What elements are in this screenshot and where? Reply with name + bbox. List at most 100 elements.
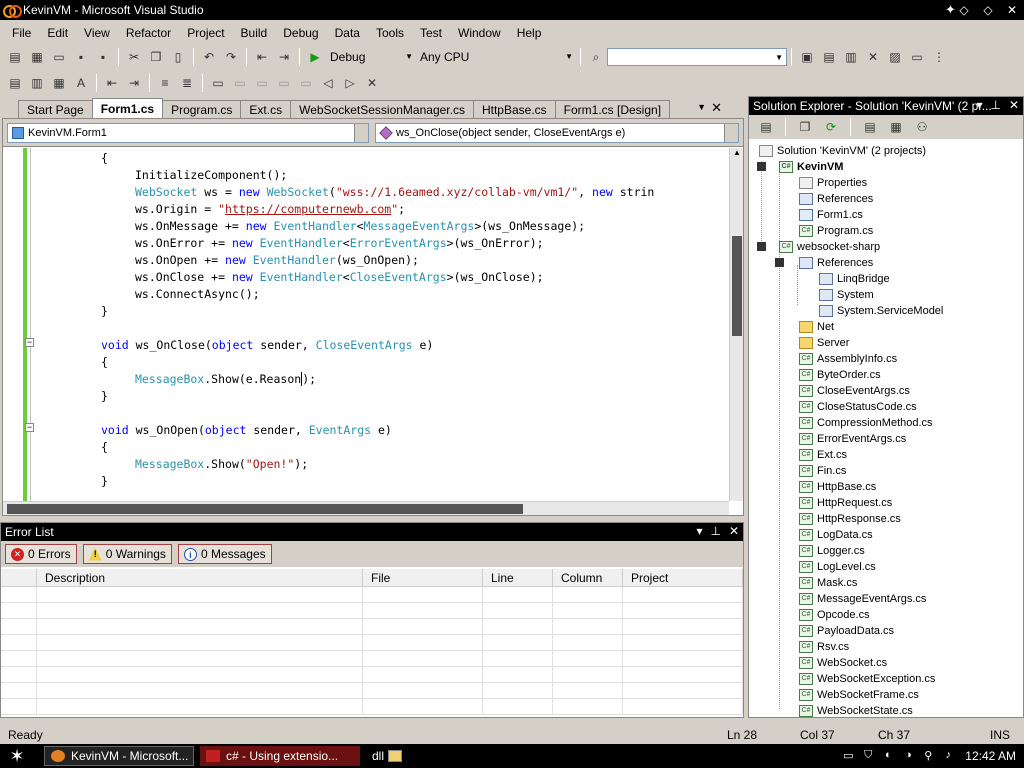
taskbar-button-folder[interactable]: dll: [366, 746, 516, 766]
increase-indent-icon[interactable]: ⇥: [125, 74, 143, 92]
close-icon[interactable]: ✕: [1004, 2, 1020, 18]
tree-node-file[interactable]: C# WebSocketException.cs: [799, 671, 935, 687]
tree-node-ref-linqbridge[interactable]: LinqBridge: [819, 271, 890, 287]
chevron-down-icon[interactable]: [724, 124, 738, 142]
tree-node-file[interactable]: C# WebSocketState.cs: [799, 703, 913, 717]
tree-node-file[interactable]: C# CloseEventArgs.cs: [799, 383, 910, 399]
tree-node-file[interactable]: C# LogLevel.cs: [799, 559, 876, 575]
tree-node-references-2[interactable]: References: [799, 255, 873, 271]
next-bookmark-in-folder-icon[interactable]: ▭: [297, 74, 315, 92]
column-header-column[interactable]: Column: [553, 569, 623, 586]
tree-node-solution[interactable]: Solution 'KevinVM' (2 projects): [759, 143, 926, 159]
scroll-up-icon[interactable]: ▲: [730, 148, 744, 162]
show-all-files-icon[interactable]: ❐: [796, 118, 814, 136]
warnings-filter-button[interactable]: ! 0 Warnings: [82, 544, 172, 564]
keyboard-icon[interactable]: ▭: [841, 749, 855, 763]
menu-project[interactable]: Project: [179, 26, 232, 40]
tab-start-page[interactable]: Start Page: [18, 100, 93, 118]
vertical-scrollbar[interactable]: ▲: [729, 148, 743, 501]
menu-refactor[interactable]: Refactor: [118, 26, 179, 40]
chevron-down-icon[interactable]: [354, 124, 368, 142]
new-project-icon[interactable]: ▤: [6, 48, 24, 66]
tree-node-project-websocket-sharp[interactable]: C# websocket-sharp: [779, 239, 880, 255]
horizontal-scrollbar[interactable]: [3, 501, 729, 515]
collapse-icon[interactable]: −: [25, 338, 34, 347]
auto-hide-pin-icon[interactable]: ⊥: [710, 524, 720, 538]
tree-node-program-cs[interactable]: C# Program.cs: [799, 223, 873, 239]
redo-icon[interactable]: ↷: [222, 48, 240, 66]
cut-icon[interactable]: ✂: [125, 48, 143, 66]
menu-build[interactable]: Build: [233, 26, 276, 40]
column-header-icon[interactable]: [1, 569, 37, 586]
tree-node-file[interactable]: C# Fin.cs: [799, 463, 846, 479]
tree-node-file[interactable]: C# MessageEventArgs.cs: [799, 591, 926, 607]
view-designer-icon[interactable]: ▦: [887, 118, 905, 136]
start-button[interactable]: ✶: [4, 746, 30, 766]
tab-websocketsessionmanager-cs[interactable]: WebSocketSessionManager.cs: [290, 100, 474, 118]
comment-lines-icon[interactable]: ≡: [156, 74, 174, 92]
code-area[interactable]: − − { InitializeComponent(); WebSocket w…: [3, 148, 729, 501]
pin-icon[interactable]: ✦: [945, 2, 956, 18]
tree-node-file[interactable]: C# Opcode.cs: [799, 607, 870, 623]
taskbar-button-browser[interactable]: c# - Using extensio...: [200, 746, 360, 766]
object-browser-icon[interactable]: ▥: [842, 48, 860, 66]
solution-configuration-select[interactable]: Debug ▼: [326, 48, 416, 66]
errors-filter-button[interactable]: ✕ 0 Errors: [5, 544, 77, 564]
previous-bookmark-icon[interactable]: ▭: [231, 74, 249, 92]
navigate-backward-icon[interactable]: ⇤: [253, 48, 271, 66]
tree-node-file[interactable]: C# WebSocket.cs: [799, 655, 887, 671]
active-files-dropdown-icon[interactable]: ▼: [697, 102, 706, 112]
tree-node-file[interactable]: C# HttpBase.cs: [799, 479, 876, 495]
menu-help[interactable]: Help: [509, 26, 550, 40]
messages-filter-button[interactable]: i0 Messages: [177, 544, 272, 564]
properties-window-icon[interactable]: ▤: [820, 48, 838, 66]
tree-node-file[interactable]: C# PayloadData.cs: [799, 623, 894, 639]
tree-node-file[interactable]: C# LogData.cs: [799, 527, 873, 543]
uncomment-lines-icon[interactable]: ≣: [178, 74, 196, 92]
menu-debug[interactable]: Debug: [275, 26, 326, 40]
menu-test[interactable]: Test: [412, 26, 450, 40]
close-icon[interactable]: ✕: [729, 524, 739, 538]
clear-bookmarks-icon[interactable]: ✕: [363, 74, 381, 92]
security-shield-icon[interactable]: ⛉: [861, 749, 875, 763]
tree-node-file[interactable]: C# ByteOrder.cs: [799, 367, 881, 383]
add-item-icon[interactable]: ▦: [28, 48, 46, 66]
tree-node-file[interactable]: C# CompressionMethod.cs: [799, 415, 933, 431]
tree-node-form1-cs[interactable]: Form1.cs: [799, 207, 863, 223]
display-word-completion-icon[interactable]: A: [72, 74, 90, 92]
view-class-diagram-icon[interactable]: ⚇: [913, 118, 931, 136]
paste-icon[interactable]: ▯: [169, 48, 187, 66]
save-all-icon[interactable]: ▪: [94, 48, 112, 66]
previous-bookmark-in-folder-icon[interactable]: ▭: [275, 74, 293, 92]
members-combo[interactable]: ws_OnClose(object sender, CloseEventArgs…: [375, 123, 739, 143]
display-parameter-info-icon[interactable]: ▥: [28, 74, 46, 92]
restore-icon[interactable]: ◇: [980, 2, 996, 18]
toolbox-icon[interactable]: ✕: [864, 48, 882, 66]
menu-edit[interactable]: Edit: [39, 26, 76, 40]
save-icon[interactable]: ▪: [72, 48, 90, 66]
window-position-icon[interactable]: ▾: [696, 524, 702, 538]
display-quick-info-icon[interactable]: ▦: [50, 74, 68, 92]
refresh-icon[interactable]: ⟳: [822, 118, 840, 136]
scrollbar-thumb[interactable]: [7, 504, 523, 514]
tree-node-folder-server[interactable]: Server: [799, 335, 849, 351]
close-icon[interactable]: ✕: [1009, 98, 1019, 112]
tree-node-folder-net[interactable]: Net: [799, 319, 834, 335]
tree-node-ref-system-servicemodel[interactable]: System.ServiceModel: [819, 303, 943, 319]
auto-hide-pin-icon[interactable]: ⊥: [990, 98, 1000, 112]
tab-ext-cs[interactable]: Ext.cs: [240, 100, 292, 118]
copy-icon[interactable]: ❐: [147, 48, 165, 66]
tree-node-project-kevinvm[interactable]: C# KevinVM: [779, 159, 843, 175]
tab-program-cs[interactable]: Program.cs: [162, 100, 242, 118]
start-page-icon[interactable]: ▨: [886, 48, 904, 66]
tree-node-file[interactable]: C# Rsv.cs: [799, 639, 849, 655]
undo-icon[interactable]: ↶: [200, 48, 218, 66]
column-header-description[interactable]: Description: [37, 569, 363, 586]
tab-httpbase-cs[interactable]: HttpBase.cs: [472, 100, 556, 118]
find-combo[interactable]: ▼: [607, 48, 787, 66]
collapse-icon[interactable]: [757, 242, 766, 251]
volume-icon[interactable]: ◑: [901, 749, 915, 763]
solution-explorer-icon[interactable]: ▣: [798, 48, 816, 66]
window-position-icon[interactable]: ▾: [976, 98, 982, 112]
tree-node-file[interactable]: C# CloseStatusCode.cs: [799, 399, 917, 415]
